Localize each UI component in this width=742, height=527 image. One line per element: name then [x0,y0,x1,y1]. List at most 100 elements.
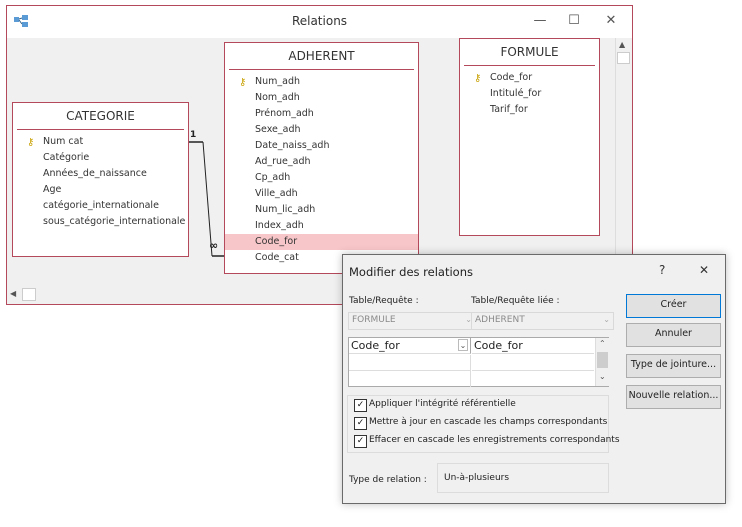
table-name: CATEGORIE [17,103,184,130]
minimize-button[interactable]: — [525,10,555,32]
field-name: Cp_adh [255,172,291,183]
field-list: ⚷ Code_for Intitulé_for Tarif_for [460,66,599,118]
help-button[interactable]: ? [659,263,665,277]
grid-scroll-thumb[interactable] [597,352,608,368]
field-name: Ville_adh [255,188,298,199]
table-formule[interactable]: FORMULE ⚷ Code_for Intitulé_for Tarif_for [459,38,600,236]
scroll-left-icon[interactable]: ◀ [10,289,16,298]
field-item[interactable]: Sexe_adh [225,122,418,138]
maximize-button[interactable]: ☐ [559,10,589,32]
field-item[interactable]: ⚷ Num cat [13,134,188,150]
create-button[interactable]: Créer [626,294,721,318]
cascade-update-label: Mettre à jour en cascade les champs corr… [369,417,608,427]
related-field-cell[interactable]: Code_for [472,338,594,354]
primary-key-icon: ⚷ [239,77,247,88]
grid-empty-cell[interactable] [472,355,594,371]
enforce-integrity-label: Appliquer l'intégrité référentielle [369,399,519,409]
close-button[interactable]: ✕ [596,10,626,32]
primary-key-icon: ⚷ [27,137,35,148]
field-name: Catégorie [43,152,90,163]
grid-scrollbar[interactable]: ⌃ ⌄ [595,338,609,386]
title-bar: Relations — ☐ ✕ [7,6,632,38]
field-name: Num_adh [255,76,301,87]
edit-relations-dialog: Modifier des relations ? ✕ Table/Requête… [342,254,726,504]
field-item[interactable]: Intitulé_for [460,86,599,102]
field-name: Sexe_adh [255,124,301,135]
field-name: sous_catégorie_internationale [43,216,186,227]
table-select-value: FORMULE [352,315,396,325]
chevron-down-icon[interactable]: ⌄ [458,339,468,351]
field-item[interactable]: Prénom_adh [225,106,418,122]
field-item[interactable]: Ad_rue_adh [225,154,418,170]
field-list: ⚷ Num cat Catégorie Années_de_naissance A… [13,130,188,230]
field-item[interactable]: Catégorie [13,150,188,166]
dialog-title: Modifier des relations [349,265,473,279]
table-select[interactable]: FORMULE ⌄ [348,312,476,330]
field-item[interactable]: Années_de_naissance [13,166,188,182]
field-name: Ad_rue_adh [255,156,311,167]
table-name: FORMULE [464,39,595,66]
table-label: Table/Requête : [349,296,419,306]
field-item[interactable]: ⚷ Num_adh [225,74,418,90]
field-name: Num cat [43,136,84,147]
scroll-up-icon[interactable]: ⌃ [599,339,606,348]
grid-empty-cell[interactable] [349,371,471,387]
cascade-delete-label: Effacer en cascade les enregistrements c… [369,435,620,445]
field-item[interactable]: Num_lic_adh [225,202,418,218]
field-list: ⚷ Num_adh Nom_adh Prénom_adh Sexe_adh Dat… [225,70,418,266]
related-field-value: Code_for [474,339,523,352]
field-name: Nom_adh [255,92,300,103]
related-table-label: Table/Requête liée : [471,296,560,306]
field-item[interactable]: Ville_adh [225,186,418,202]
field-name: Code_cat [255,252,299,263]
field-name: Age [43,184,62,195]
field-name: Années_de_naissance [43,168,147,179]
scroll-up-icon[interactable]: ▲ [619,40,625,49]
primary-field-cell[interactable]: Code_for ⌄ [349,338,471,354]
field-item[interactable]: Age [13,182,188,198]
field-item-selected[interactable]: Code_for [225,234,418,250]
vertical-scroll-thumb[interactable] [617,52,630,64]
join-type-button[interactable]: Type de jointure... [626,354,721,378]
relations-canvas[interactable]: 1 ∞ CATEGORIE ⚷ Num cat Catégorie Années_… [7,38,615,286]
field-item[interactable]: ⚷ Code_for [460,70,599,86]
cascade-delete-checkbox[interactable]: ✓ [354,435,367,448]
field-item[interactable]: Tarif_for [460,102,599,118]
field-item[interactable]: sous_catégorie_internationale [13,214,188,230]
field-item[interactable]: Nom_adh [225,90,418,106]
vertical-scrollbar[interactable]: ▲ [615,38,632,286]
relation-type-value: Un-à-plusieurs [437,463,609,493]
field-name: Intitulé_for [490,88,542,99]
table-name: ADHERENT [229,43,414,70]
field-name: Prénom_adh [255,108,314,119]
chevron-down-icon: ⌄ [603,315,610,324]
many-side-label: ∞ [209,239,219,252]
primary-key-icon: ⚷ [474,73,482,84]
field-item[interactable]: Cp_adh [225,170,418,186]
cancel-button[interactable]: Annuler [626,323,721,347]
field-name: Code_for [490,72,533,83]
field-mapping-grid[interactable]: Code_for ⌄ Code_for ⌃ ⌄ [348,337,609,387]
related-table-select-value: ADHERENT [475,315,525,325]
dialog-close-button[interactable]: ✕ [699,263,709,277]
new-relation-button[interactable]: Nouvelle relation... [626,385,721,409]
cascade-update-checkbox[interactable]: ✓ [354,417,367,430]
scroll-down-icon[interactable]: ⌄ [599,372,606,381]
field-item[interactable]: Date_naiss_adh [225,138,418,154]
field-name: Num_lic_adh [255,204,316,215]
table-categorie[interactable]: CATEGORIE ⚷ Num cat Catégorie Années_de_n… [12,102,189,257]
one-side-label: 1 [190,130,197,140]
enforce-integrity-checkbox[interactable]: ✓ [354,399,367,412]
field-item[interactable]: Index_adh [225,218,418,234]
primary-field-value: Code_for [351,339,400,352]
table-adherent[interactable]: ADHERENT ⚷ Num_adh Nom_adh Prénom_adh Sex… [224,42,419,274]
relation-type-label: Type de relation : [349,475,427,485]
field-item[interactable]: catégorie_internationale [13,198,188,214]
horizontal-scroll-thumb[interactable] [22,288,36,301]
field-name: Date_naiss_adh [255,140,330,151]
field-name: Index_adh [255,220,304,231]
field-name: catégorie_internationale [43,200,159,211]
field-name: Code_for [255,236,298,247]
grid-empty-cell[interactable] [349,355,471,371]
related-table-select[interactable]: ADHERENT ⌄ [471,312,614,330]
